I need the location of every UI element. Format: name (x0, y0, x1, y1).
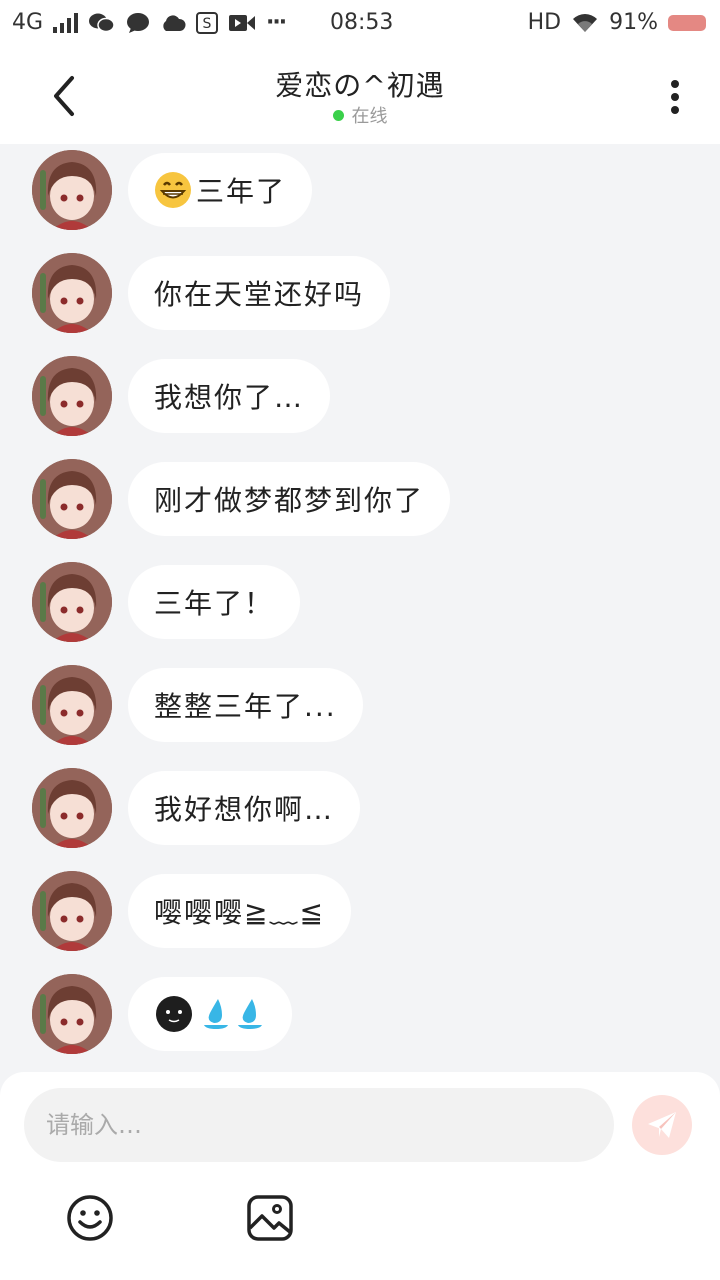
more-button[interactable] (660, 78, 690, 118)
status-left: 4G S ··· (12, 10, 287, 35)
sweat-drops-emoji-icon (204, 999, 228, 1029)
avatar[interactable] (32, 356, 112, 436)
message-row: 三年了 (32, 150, 313, 230)
message-bubble[interactable]: 三年了！ (128, 565, 301, 639)
more-icon (671, 80, 679, 114)
dark-face-emoji-icon (156, 996, 192, 1032)
emoji-button[interactable] (66, 1194, 114, 1242)
message-bubble[interactable]: 我好想你啊… (128, 771, 361, 845)
online-status: 在线 (0, 102, 720, 128)
svg-text:S: S (203, 16, 212, 32)
avatar[interactable] (32, 665, 112, 745)
message-row: 嘤嘤嘤≧﹏≦ (32, 871, 351, 951)
hd-label: HD (527, 10, 562, 35)
wechat-icon (88, 12, 116, 34)
video-icon (228, 13, 256, 33)
message-text: 三年了 (196, 175, 287, 208)
message-text: 整整三年了... (154, 690, 337, 723)
message-row: 整整三年了... (32, 665, 363, 745)
message-text: 你在天堂还好吗 (154, 278, 365, 311)
wifi-icon (571, 12, 599, 34)
message-text: 三年了！ (154, 587, 275, 620)
avatar[interactable] (32, 974, 112, 1054)
message-bubble[interactable]: 整整三年了... (128, 668, 363, 742)
page-title: 爱恋の^初遇 (275, 69, 445, 102)
network-label: 4G (12, 10, 44, 35)
status-bar: 4G S ··· 08:53 HD 91% (0, 0, 720, 48)
battery-icon (668, 14, 706, 31)
message-bubble[interactable]: 刚才做梦都梦到你了 (128, 462, 451, 536)
message-row: 刚才做梦都梦到你了 (32, 459, 451, 539)
message-input[interactable] (24, 1088, 614, 1162)
message-row: 你在天堂还好吗 (32, 253, 391, 333)
message-text: 嘤嘤嘤≧﹏≦ (154, 896, 325, 929)
avatar[interactable] (32, 871, 112, 951)
message-row (32, 974, 292, 1054)
message-text: 我好想你啊… (154, 793, 335, 826)
s-app-icon: S (196, 11, 219, 34)
message-text: 我想你了… (154, 381, 305, 414)
message-list[interactable]: 三年了 你在天堂还好吗 我想你了… 刚才做梦都梦到你了 三年了！ 整整三年了..… (0, 144, 720, 1072)
input-panel (0, 1072, 720, 1280)
message-icon (126, 12, 150, 34)
clock: 08:53 (330, 10, 394, 35)
message-row: 三年了！ (32, 562, 301, 642)
online-dot-icon (332, 109, 344, 121)
avatar[interactable] (32, 459, 112, 539)
image-button[interactable] (246, 1194, 294, 1242)
message-bubble[interactable]: 你在天堂还好吗 (128, 256, 391, 330)
avatar[interactable] (32, 150, 112, 230)
send-button[interactable] (632, 1095, 692, 1155)
message-row: 我好想你啊… (32, 768, 361, 848)
message-bubble[interactable]: 三年了 (128, 153, 313, 227)
avatar[interactable] (32, 253, 112, 333)
message-row: 我想你了… (32, 356, 331, 436)
battery-percent: 91% (609, 10, 658, 35)
more-status-icon: ··· (266, 10, 287, 35)
chat-header: 爱恋の^初遇 在线 (0, 48, 720, 144)
message-bubble[interactable] (128, 977, 292, 1051)
image-icon (247, 1195, 293, 1241)
signal-icon (53, 12, 79, 33)
status-right: HD 91% (528, 10, 706, 35)
avatar[interactable] (32, 768, 112, 848)
message-bubble[interactable]: 嘤嘤嘤≧﹏≦ (128, 874, 351, 948)
cloud-icon (160, 13, 186, 33)
online-status-label: 在线 (351, 106, 388, 127)
send-icon (648, 1112, 676, 1138)
grin-emoji-icon (155, 172, 191, 208)
smile-icon (67, 1195, 113, 1241)
message-bubble[interactable]: 我想你了… (128, 359, 331, 433)
sweat-drops-emoji-icon (238, 999, 262, 1029)
message-text: 刚才做梦都梦到你了 (154, 484, 425, 517)
avatar[interactable] (32, 562, 112, 642)
